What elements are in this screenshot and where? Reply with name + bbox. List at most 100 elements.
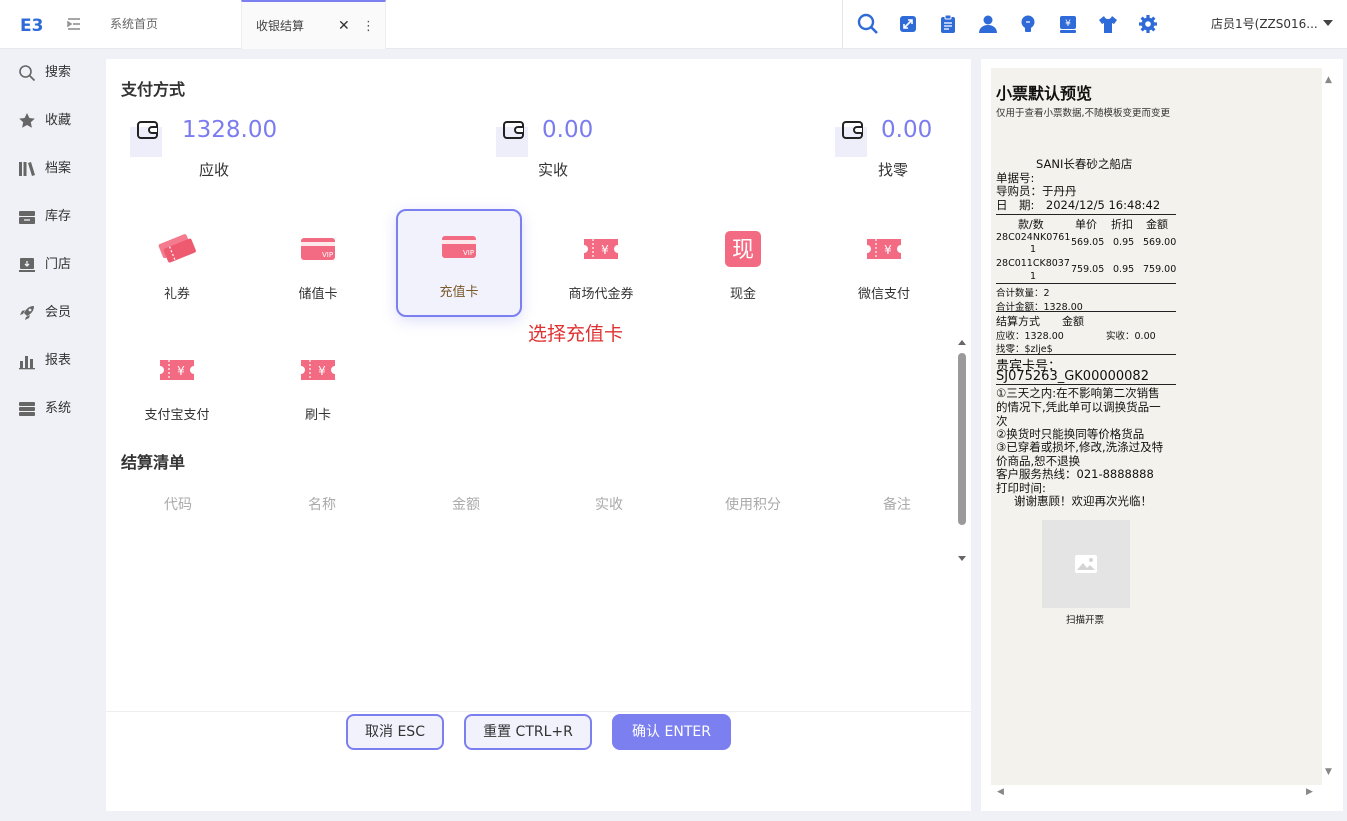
wallet-icon: [137, 121, 158, 139]
pay-method-recharge-card[interactable]: VIP 充值卡: [396, 209, 522, 317]
wallet-icon: [842, 121, 863, 139]
checkout-panel: 支付方式 1328.00 应收 0.00 实收 0.00 找零 礼券 VIP 储…: [106, 59, 971, 811]
pay-method-card-swipe[interactable]: ¥ 刷卡: [255, 332, 381, 440]
receipt-date: 日 期: 2024/12/5 16:48:42: [996, 198, 1161, 212]
receipt-item-discount: 0.95: [1113, 237, 1135, 248]
cashier-icon[interactable]: ¥: [1058, 14, 1078, 34]
sidebar-item-label: 会员: [45, 305, 72, 320]
pay-method-label: 充值卡: [439, 285, 479, 300]
receipt-item-code: 28C024NK0761: [996, 232, 1071, 243]
receipt-received: 实收：0.00: [1106, 331, 1156, 342]
settlement-section-title: 结算清单: [121, 453, 186, 472]
receipt-total-qty: 合计数量：2: [996, 288, 1050, 299]
svg-text:¥: ¥: [1065, 19, 1071, 29]
footer-divider: [106, 711, 971, 712]
search-icon: [19, 65, 36, 82]
column-header: 实收: [595, 497, 623, 513]
pay-method-alipay[interactable]: ¥ 支付宝支付: [114, 332, 240, 440]
qr-code-placeholder: [1042, 520, 1130, 608]
receipt-item-price: 569.05: [1071, 237, 1105, 248]
vip-card-icon: VIP: [442, 236, 476, 258]
column-header: 名称: [308, 497, 336, 513]
svg-text:VIP: VIP: [463, 249, 474, 257]
svg-text:现: 现: [732, 238, 754, 263]
scroll-down-icon[interactable]: ▼: [1325, 767, 1332, 777]
clipboard-icon[interactable]: [938, 14, 958, 34]
app-logo[interactable]: E3: [19, 12, 43, 36]
receipt-col-header: 单价: [1075, 218, 1097, 231]
receipt-qr-caption: 扫描开票: [1066, 615, 1105, 626]
scroll-left-icon[interactable]: ◀: [997, 787, 1004, 797]
sidebar-item-label: 门店: [45, 257, 72, 272]
receipt-divider: [996, 214, 1176, 215]
receipt-col-header: 金额: [1146, 218, 1168, 231]
payment-scrollbar[interactable]: [956, 337, 968, 565]
svg-text:VIP: VIP: [322, 251, 333, 259]
column-header: 代码: [164, 497, 192, 513]
pay-method-wechat[interactable]: ¥ 微信支付: [821, 211, 947, 319]
pay-method-mall-voucher[interactable]: ¥ 商场代金券: [538, 211, 664, 319]
receipt-item-amount: 569.00: [1143, 237, 1177, 248]
image-placeholder-icon: [1075, 555, 1097, 573]
tab-checkout[interactable]: 收银结算 ✕ ⋮: [241, 0, 386, 49]
books-icon: [19, 162, 35, 176]
receipt-store: SANI长春砂之船店: [1036, 157, 1133, 171]
scroll-right-icon[interactable]: ▶: [1306, 787, 1313, 797]
sidebar-item-label: 搜索: [45, 65, 72, 80]
pay-method-cash[interactable]: 现 现金: [680, 211, 806, 319]
received-label: 实收: [538, 161, 569, 179]
gear-icon[interactable]: [1138, 14, 1158, 34]
rocket-icon: [20, 306, 34, 320]
receipt-col-header: 折扣: [1111, 218, 1133, 231]
sidebar: 搜索 收藏 档案 库存 门店 会员 报表 系统: [0, 49, 96, 821]
receipt-item-amount: 759.00: [1143, 264, 1177, 275]
annotation-text: 选择充值卡: [528, 323, 624, 345]
receipt-preview: 小票默认预览 仅用于查看小票数据,不随模板变更而变更 SANI长春砂之船店 单据…: [991, 68, 1322, 785]
sidebar-item-label: 报表: [45, 353, 72, 368]
close-icon[interactable]: ✕: [338, 2, 350, 51]
confirm-button[interactable]: 确认 ENTER: [612, 714, 731, 750]
more-icon[interactable]: ⋮: [362, 2, 375, 51]
expand-icon[interactable]: [898, 14, 918, 34]
chart-icon: [19, 356, 35, 370]
payment-methods: 礼券 VIP 储值卡 VIP 充值卡 ¥ 商场代金券 现 现金 ¥ 微信支付 ¥…: [106, 199, 971, 561]
chevron-down-icon: [1323, 20, 1333, 26]
user-menu[interactable]: 店员1号(ZZS016...: [1211, 0, 1333, 49]
user-icon[interactable]: [978, 14, 998, 34]
menu-collapse-icon[interactable]: [64, 14, 84, 34]
receipt-item-price: 759.05: [1071, 264, 1105, 275]
coupon-icon: ¥: [584, 239, 618, 259]
star-icon: [19, 113, 35, 128]
pay-method-label: 礼券: [163, 287, 190, 302]
toolbar-divider: [842, 0, 843, 49]
cancel-button[interactable]: 取消 ESC: [346, 714, 444, 750]
shirt-icon[interactable]: [1098, 14, 1118, 34]
receipt-thanks: 谢谢惠顾！欢迎再次光临！: [1014, 494, 1152, 508]
pay-method-stored-value-card[interactable]: VIP 储值卡: [255, 211, 381, 319]
svg-text:¥: ¥: [177, 364, 185, 378]
scroll-up-icon[interactable]: ▲: [1325, 75, 1332, 85]
reset-button[interactable]: 重置 CTRL+R: [464, 714, 592, 750]
pay-method-label: 现金: [729, 287, 756, 302]
svg-text:¥: ¥: [318, 364, 326, 378]
search-icon[interactable]: [857, 13, 879, 35]
change-value: 0.00: [881, 117, 933, 143]
gift-voucher-icon: [158, 234, 196, 263]
svg-text:E3: E3: [20, 16, 43, 36]
column-header: 金额: [452, 497, 480, 513]
receipt-item-code: 28C011CK8037: [996, 258, 1070, 269]
pay-method-gift-voucher[interactable]: 礼券: [114, 211, 240, 319]
inventory-icon: [19, 211, 35, 224]
coupon-icon: ¥: [301, 360, 335, 380]
pay-method-label: 支付宝支付: [144, 408, 210, 423]
receipt-pay-header: 结算方式 金额: [996, 315, 1084, 328]
bulb-icon[interactable]: [1018, 14, 1038, 34]
tab-home[interactable]: 系统首页: [96, 0, 240, 49]
pay-method-label: 微信支付: [857, 287, 910, 302]
cash-icon: 现: [725, 231, 761, 267]
receipt-item-qty: 1: [1030, 244, 1037, 255]
change-label: 找零: [878, 161, 909, 179]
settlement-table-header: 代码 名称 金额 实收 使用积分 备注: [106, 494, 971, 514]
receipt-divider: [996, 283, 1176, 284]
receipt-title: 小票默认预览: [996, 84, 1093, 103]
